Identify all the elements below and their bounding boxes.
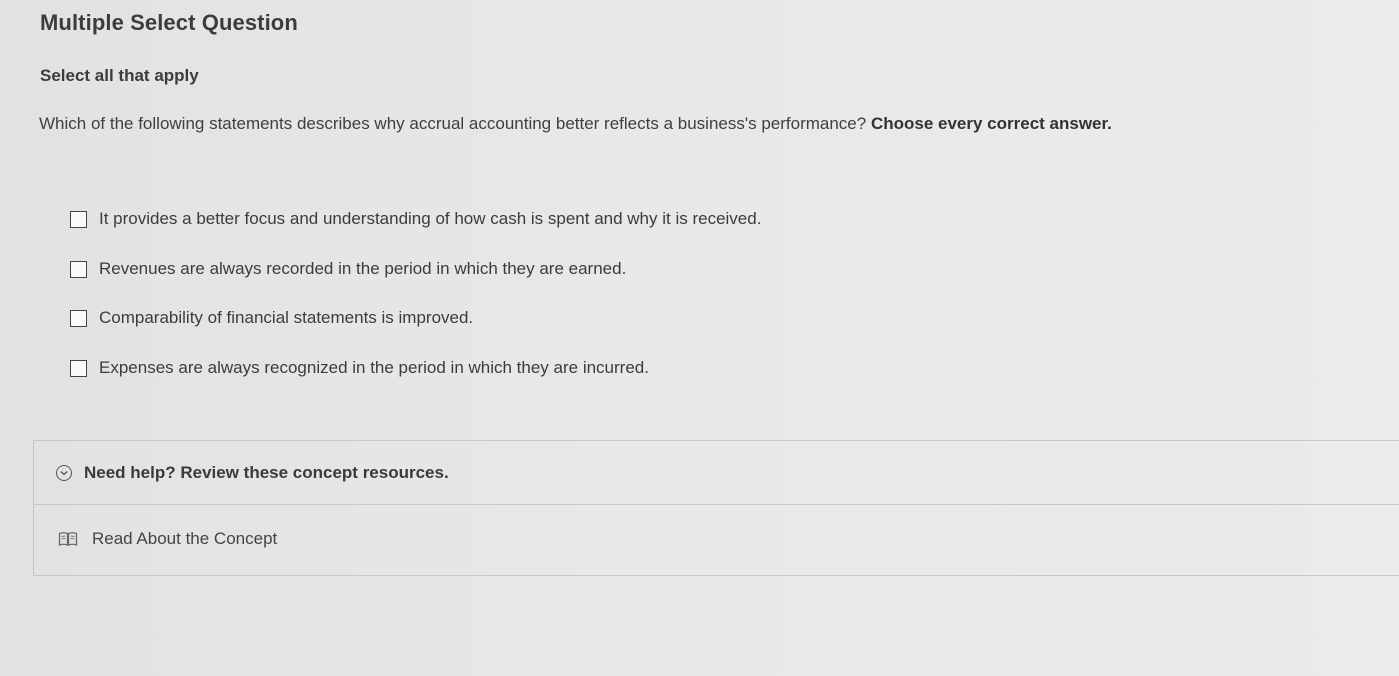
option-label[interactable]: It provides a better focus and understan…	[99, 206, 761, 232]
answer-options: It provides a better focus and understan…	[70, 206, 970, 404]
book-icon	[58, 531, 78, 547]
question-prompt: Which of the following statements descri…	[39, 114, 1112, 134]
option-checkbox[interactable]	[70, 310, 87, 327]
read-about-concept-label[interactable]: Read About the Concept	[92, 529, 277, 549]
option-label[interactable]: Expenses are always recognized in the pe…	[99, 355, 649, 381]
answer-option[interactable]: It provides a better focus and understan…	[70, 206, 970, 256]
question-prompt-emphasis: Choose every correct answer.	[870, 114, 1112, 133]
answer-option[interactable]: Expenses are always recognized in the pe…	[70, 355, 970, 405]
concept-resources-panel: Need help? Review these concept resource…	[33, 440, 1399, 576]
question-page: Multiple Select Question Select all that…	[0, 0, 1399, 676]
chevron-down-icon[interactable]	[56, 464, 72, 481]
question-prompt-text: Which of the following statements descri…	[39, 114, 867, 133]
read-about-concept-link[interactable]: Read About the Concept	[34, 505, 1399, 573]
option-label[interactable]: Comparability of financial statements is…	[99, 305, 473, 331]
question-type-heading: Multiple Select Question	[40, 10, 298, 35]
question-instruction: Select all that apply	[40, 66, 199, 85]
concept-resources-toggle[interactable]: Need help? Review these concept resource…	[34, 441, 1399, 505]
answer-option[interactable]: Comparability of financial statements is…	[70, 305, 970, 355]
option-checkbox[interactable]	[70, 359, 87, 377]
option-label[interactable]: Revenues are always recorded in the peri…	[99, 256, 626, 282]
option-checkbox[interactable]	[70, 211, 87, 228]
answer-option[interactable]: Revenues are always recorded in the peri…	[70, 256, 970, 306]
concept-resources-title[interactable]: Need help? Review these concept resource…	[84, 463, 449, 483]
option-checkbox[interactable]	[70, 260, 87, 278]
